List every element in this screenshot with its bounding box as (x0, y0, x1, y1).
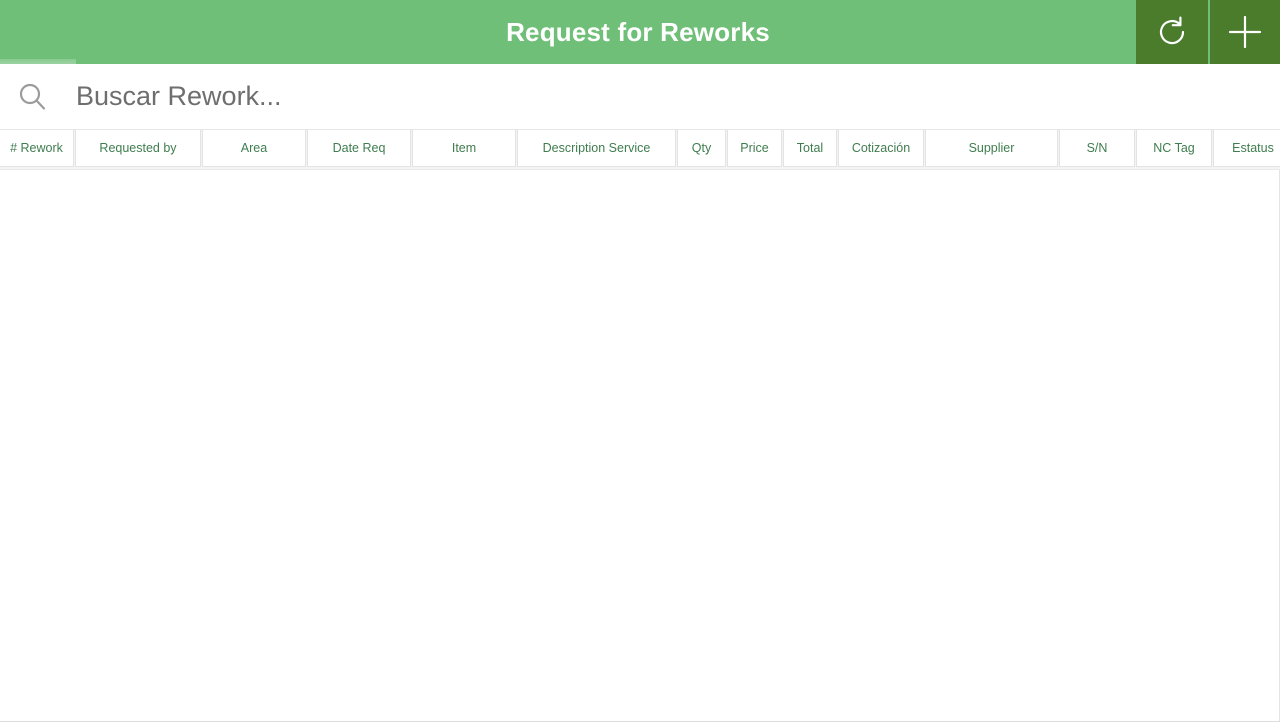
column-header-item[interactable]: Item (412, 130, 516, 167)
search-icon (12, 80, 52, 114)
table-body[interactable] (0, 170, 1280, 721)
refresh-icon (1152, 12, 1192, 52)
refresh-button[interactable] (1136, 0, 1208, 64)
column-header-nc-tag[interactable]: NC Tag (1136, 130, 1212, 167)
column-header-total[interactable]: Total (783, 130, 837, 167)
column-header-rework[interactable]: # Rework (0, 130, 74, 167)
column-header-cotizaci-n[interactable]: Cotización (838, 130, 924, 167)
column-header-supplier[interactable]: Supplier (925, 130, 1058, 167)
column-header-qty[interactable]: Qty (677, 130, 726, 167)
add-button[interactable] (1208, 0, 1280, 64)
column-header-estatus[interactable]: Estatus (1213, 130, 1280, 167)
column-header-requested-by[interactable]: Requested by (75, 130, 201, 167)
page-title: Request for Reworks (506, 17, 770, 47)
header-left-highlight (0, 59, 76, 64)
search-input[interactable] (52, 66, 1280, 127)
column-header-area[interactable]: Area (202, 130, 306, 167)
search-bar (0, 64, 1280, 130)
column-header-price[interactable]: Price (727, 130, 782, 167)
column-header-s-n[interactable]: S/N (1059, 130, 1135, 167)
table-rows-empty (0, 170, 1279, 721)
plus-icon (1223, 10, 1267, 54)
column-header-description-service[interactable]: Description Service (517, 130, 676, 167)
column-header-date-req[interactable]: Date Req (307, 130, 411, 167)
app-window: Request for Reworks Buscar Rework... # R… (0, 0, 1280, 722)
table-column-headers: # Rework Requested by Area Date Req Item Desc… (0, 130, 1280, 170)
header-actions (1136, 0, 1280, 64)
page-header: Request for Reworks (0, 0, 1280, 64)
